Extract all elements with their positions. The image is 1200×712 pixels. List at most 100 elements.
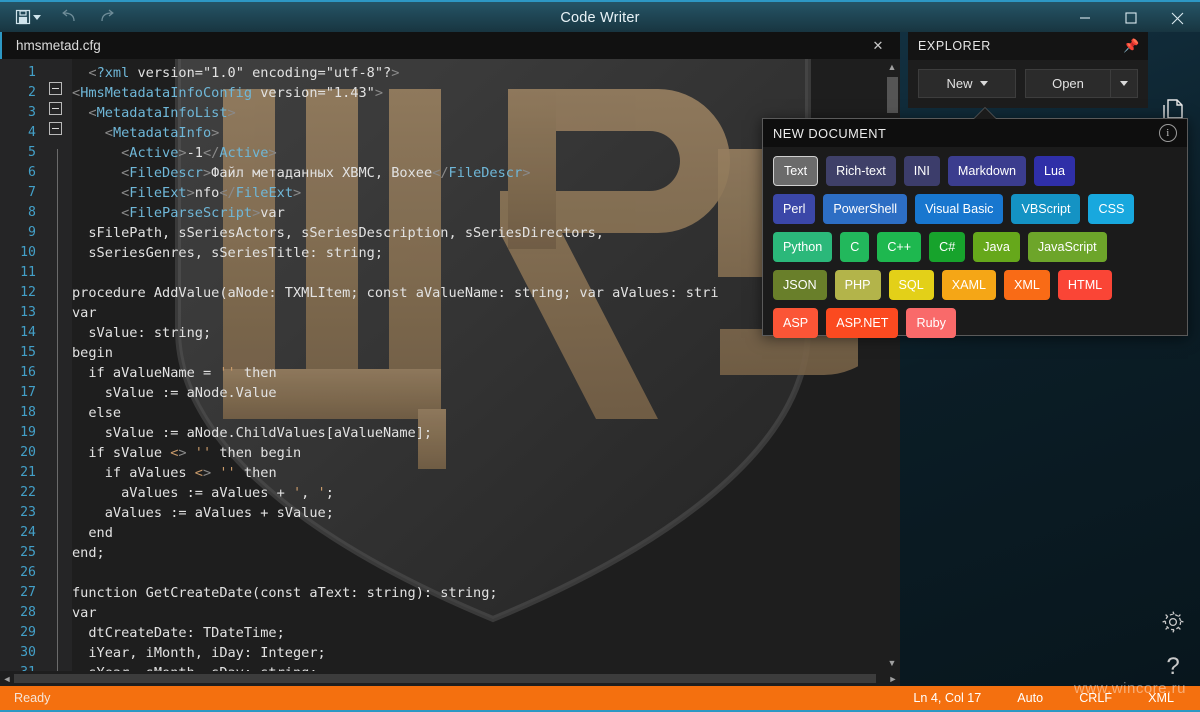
line-number: 10 [20,245,36,260]
language-button-lua[interactable]: Lua [1033,156,1075,186]
language-button-text[interactable]: Text [773,156,819,186]
language-button-vbscript[interactable]: VBScript [1011,194,1081,224]
code-line: dtCreateDate: TDateTime; [72,625,285,641]
language-button-ini[interactable]: INI [903,156,940,186]
line-number: 22 [20,485,36,500]
line-number: 2 [28,85,36,100]
code-line: if aValues <> '' then [72,465,277,481]
open-dropdown-button[interactable] [1110,69,1138,98]
language-button-java[interactable]: Java [973,232,1020,262]
line-number: 25 [20,545,36,560]
language-button-json[interactable]: JSON [773,270,827,300]
close-button[interactable] [1154,2,1200,34]
line-number: 17 [20,385,36,400]
info-icon[interactable]: i [1159,124,1177,142]
line-number: 11 [20,265,36,280]
scroll-down-arrow-icon[interactable]: ▼ [884,655,900,671]
pin-icon[interactable]: 📌 [1123,38,1140,54]
new-button[interactable]: New [918,69,1016,98]
minimize-button[interactable] [1062,2,1108,34]
language-button-perl[interactable]: Perl [773,194,816,224]
maximize-button[interactable] [1108,2,1154,34]
language-button-javascript[interactable]: JavaScript [1027,232,1107,262]
tab-hmsmetad-cfg[interactable]: hmsmetad.cfg [0,32,115,59]
line-number: 13 [20,305,36,320]
code-line: procedure AddValue(aNode: TXMLItem; cons… [72,285,719,301]
code-line: <?xml version="1.0" encoding="utf-8"?> [88,65,400,81]
language-button-css[interactable]: CSS [1088,194,1135,224]
line-number: 24 [20,525,36,540]
tab-close-icon[interactable]: ✕ [864,32,892,59]
language-row: Text Rich-text INI Markdown Lua [773,156,1177,186]
status-ready-text: Ready [14,691,51,705]
language-button-visual-basic[interactable]: Visual Basic [915,194,1004,224]
title-bar: Code Writer [0,0,1200,32]
language-button-asp-net[interactable]: ASP.NET [826,308,899,338]
code-line: <Active>-1</Active> [121,145,277,161]
explorer-panel: EXPLORER 📌 New Open [908,32,1148,108]
status-encoding-mode[interactable]: Auto [999,691,1061,705]
code-line: sFilePath, sSeriesActors, sSeriesDescrip… [72,225,604,241]
language-row: Perl PowerShell Visual Basic VBScript CSS [773,194,1177,224]
line-number: 9 [28,225,36,240]
chevron-down-icon [1120,81,1128,86]
line-number: 19 [20,425,36,440]
status-language[interactable]: XML [1130,691,1192,705]
question-mark-icon[interactable]: ? [1158,652,1188,682]
language-button-rich-text[interactable]: Rich-text [826,156,896,186]
line-number: 15 [20,345,36,360]
line-number: 5 [28,145,36,160]
language-button-sql[interactable]: SQL [888,270,934,300]
language-button-html[interactable]: HTML [1057,270,1113,300]
status-bar: Ready Ln 4, Col 17 Auto CRLF XML [0,686,1200,712]
code-line: sValue := aNode.ChildValues[aValueName]; [72,425,433,441]
line-number: 8 [28,205,36,220]
line-number: 29 [20,625,36,640]
code-line: if aValueName = '' then [72,365,277,381]
horizontal-scroll-thumb[interactable] [14,674,876,683]
language-button-xml[interactable]: XML [1004,270,1050,300]
language-button-markdown[interactable]: Markdown [947,156,1026,186]
status-line-ending[interactable]: CRLF [1061,691,1130,705]
status-cursor-position[interactable]: Ln 4, Col 17 [895,691,999,705]
language-button-c-[interactable]: C++ [877,232,922,262]
language-button-ruby[interactable]: Ruby [906,308,956,338]
language-button-asp[interactable]: ASP [773,308,819,338]
code-line: else [72,405,122,421]
explorer-title: EXPLORER [918,39,991,53]
code-line: end [72,525,113,541]
line-number: 7 [28,185,36,200]
language-button-python[interactable]: Python [773,232,833,262]
language-button-powershell[interactable]: PowerShell [823,194,908,224]
code-line: if sValue <> '' then begin [72,445,302,461]
scroll-right-arrow-icon[interactable]: ► [886,674,900,684]
flyout-pointer-arrow [974,108,996,119]
language-button-c-[interactable]: C# [929,232,966,262]
code-line: <FileDescr>Файл метаданных XBMC, Boxee</… [121,165,531,181]
language-button-c[interactable]: C [840,232,870,262]
line-number: 16 [20,365,36,380]
explorer-toolbar: New Open [908,60,1148,98]
language-button-grid: Text Rich-text INI Markdown Lua Perl PowerShel… [763,147,1187,338]
gear-icon[interactable] [1158,607,1188,637]
code-line: iYear, iMonth, iDay: Integer; [72,645,326,661]
open-button[interactable]: Open [1025,69,1110,98]
explorer-header: EXPLORER 📌 [908,32,1148,60]
language-button-php[interactable]: PHP [834,270,881,300]
code-line: var [72,305,97,321]
code-line: sSeriesGenres, sSeriesTitle: string; [72,245,383,261]
vertical-scroll-thumb[interactable] [887,77,898,113]
scroll-up-arrow-icon[interactable]: ▲ [884,59,900,75]
language-row: JSON PHP SQL XAML XML HTML [773,270,1177,300]
line-number: 4 [28,125,36,140]
code-line: aValues := aValues + sValue; [72,505,334,521]
code-line: aValues := aValues + ', '; [72,485,334,501]
new-dropdown-caret-icon [979,81,988,86]
language-button-xaml[interactable]: XAML [941,270,996,300]
code-line: begin [72,345,113,361]
editor-horizontal-scrollbar[interactable]: ◄ ► [0,671,900,686]
scroll-left-arrow-icon[interactable]: ◄ [0,674,14,684]
line-number: 1 [28,65,36,80]
new-document-header: NEW DOCUMENT i [763,119,1187,147]
line-number: 26 [20,565,36,580]
